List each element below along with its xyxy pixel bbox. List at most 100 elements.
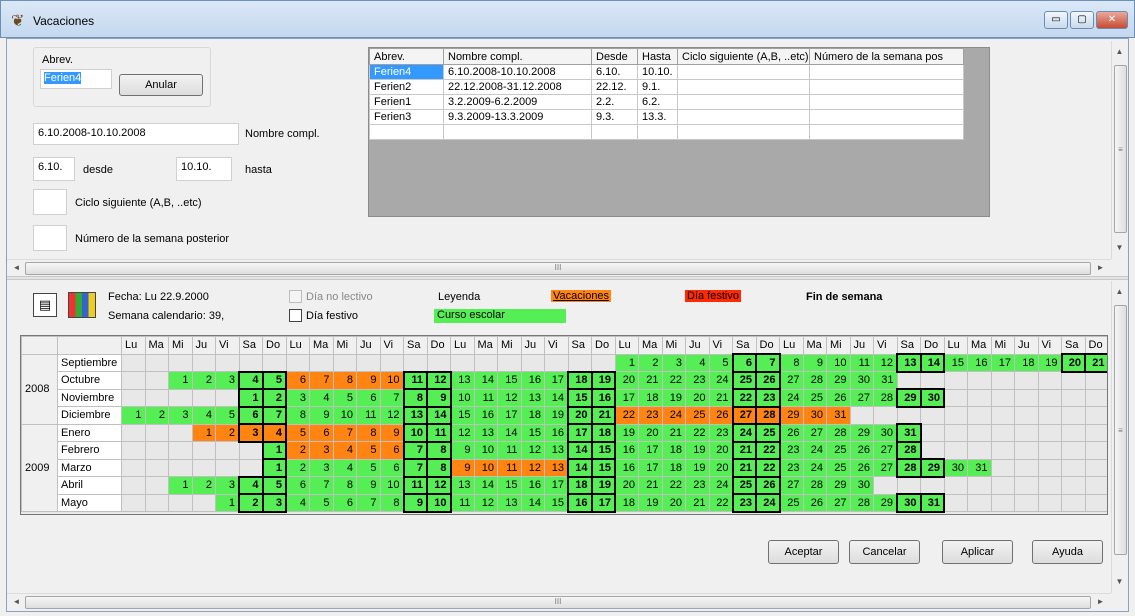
- calendar-day[interactable]: 15: [544, 493, 569, 512]
- calendar-day[interactable]: 8: [426, 440, 452, 460]
- calendar-day[interactable]: 21: [685, 493, 710, 512]
- calendar-day[interactable]: 26: [755, 475, 781, 495]
- calendar-day[interactable]: 22: [614, 406, 639, 425]
- calendar-day[interactable]: 12: [873, 353, 898, 372]
- calendar-day[interactable]: 18: [590, 423, 616, 443]
- calendar-day[interactable]: 7: [755, 353, 781, 373]
- calendar-day[interactable]: 28: [802, 371, 827, 390]
- calendar-day[interactable]: 8: [332, 476, 357, 495]
- calendar-day[interactable]: 6: [285, 371, 310, 390]
- calendar-day[interactable]: 10: [450, 388, 475, 407]
- calendar-day[interactable]: 20: [661, 493, 686, 512]
- calendar-day[interactable]: 20: [1060, 353, 1086, 373]
- calendar-day[interactable]: 4: [238, 475, 264, 495]
- calendar-day[interactable]: 9: [450, 458, 475, 477]
- column-header[interactable]: Número de la semana pos: [809, 48, 964, 65]
- calendar-day[interactable]: 15: [590, 440, 616, 460]
- calendar-day[interactable]: 29: [873, 493, 898, 512]
- calendar-day[interactable]: 25: [731, 475, 757, 495]
- calendar-day[interactable]: 20: [567, 405, 593, 425]
- bottom-vertical-scrollbar[interactable]: ▲ ≡ ▼: [1111, 281, 1128, 593]
- calendar-day[interactable]: 3: [309, 441, 334, 460]
- calendar-day[interactable]: 6: [731, 353, 757, 373]
- calendar-day[interactable]: 24: [802, 441, 827, 460]
- calendar-day[interactable]: 18: [567, 475, 593, 495]
- calendar-day[interactable]: 11: [356, 406, 381, 425]
- calendar-day[interactable]: 31: [896, 423, 922, 443]
- calendar-day[interactable]: 15: [450, 406, 475, 425]
- calendar-day[interactable]: 8: [379, 493, 404, 512]
- calendar-day[interactable]: 18: [520, 406, 545, 425]
- calendar-day[interactable]: 13: [896, 353, 922, 373]
- scroll-down-arrow[interactable]: ▼: [1112, 243, 1127, 252]
- calendar-day[interactable]: 24: [802, 458, 827, 477]
- table-row[interactable]: Ferien3 9.3.2009-13.3.2009 9.3. 13.3.: [369, 109, 964, 125]
- calendar-day[interactable]: 10: [826, 353, 851, 372]
- calendar-day[interactable]: 19: [685, 441, 710, 460]
- table-cell[interactable]: 6.10.: [591, 64, 638, 80]
- calendar-day[interactable]: 7: [402, 440, 428, 460]
- calendar-day[interactable]: 25: [826, 441, 851, 460]
- table-cell[interactable]: 22.12.: [591, 79, 638, 95]
- calendar-day[interactable]: 14: [567, 440, 593, 460]
- calendar-day[interactable]: 26: [708, 406, 733, 425]
- calendar-day[interactable]: 4: [191, 406, 216, 425]
- calendar-day[interactable]: 7: [402, 458, 428, 478]
- calendar-day[interactable]: 19: [638, 493, 663, 512]
- calendar-day[interactable]: 19: [590, 370, 616, 390]
- calendar-day[interactable]: 12: [497, 388, 522, 407]
- calendar-day[interactable]: 3: [168, 406, 193, 425]
- table-cell[interactable]: Ferien3: [369, 109, 444, 125]
- calendar-day[interactable]: 29: [919, 458, 945, 478]
- calendar-day[interactable]: 10: [379, 371, 404, 390]
- calendar-day[interactable]: 1: [191, 423, 216, 442]
- calendar-day[interactable]: 10: [332, 406, 357, 425]
- cancel-button[interactable]: Cancelar: [849, 540, 920, 564]
- calendar-day[interactable]: 20: [614, 371, 639, 390]
- table-cell[interactable]: Ferien4: [369, 64, 444, 80]
- bottom-horizontal-scrollbar[interactable]: ◄ III ►: [7, 593, 1111, 610]
- calendar-day[interactable]: 6: [379, 441, 404, 460]
- calendar-day[interactable]: 2: [144, 406, 169, 425]
- calendar-day[interactable]: 29: [896, 388, 922, 408]
- calendar-day[interactable]: 9: [802, 353, 827, 372]
- calendar-day[interactable]: 2: [238, 493, 264, 513]
- calendar-day[interactable]: 28: [802, 476, 827, 495]
- table-cell[interactable]: Ferien1: [369, 94, 444, 110]
- calendar-day[interactable]: 4: [332, 458, 357, 477]
- calendar-day[interactable]: 11: [426, 423, 452, 443]
- calendar-day[interactable]: 23: [731, 493, 757, 513]
- scroll-left-arrow[interactable]: ◄: [9, 597, 24, 606]
- calendar-day[interactable]: 11: [497, 441, 522, 460]
- calendar-day[interactable]: 16: [590, 388, 616, 408]
- calendar-day[interactable]: 18: [567, 370, 593, 390]
- calendar-day[interactable]: 15: [943, 353, 968, 372]
- calendar-day[interactable]: 21: [731, 440, 757, 460]
- calendar-day[interactable]: 18: [661, 458, 686, 477]
- to-input[interactable]: 10.10.: [176, 157, 232, 181]
- calendar-day[interactable]: 20: [708, 441, 733, 460]
- table-cell[interactable]: [677, 79, 810, 95]
- calendar-day[interactable]: 25: [826, 458, 851, 477]
- calendar-day[interactable]: 4: [238, 370, 264, 390]
- calendar-day[interactable]: 24: [755, 493, 781, 513]
- table-cell[interactable]: [591, 124, 638, 140]
- table-cell[interactable]: [677, 109, 810, 125]
- calendar-day[interactable]: 10: [426, 493, 452, 513]
- scroll-up-arrow[interactable]: ▲: [1112, 287, 1127, 296]
- calendar-day[interactable]: 27: [873, 458, 898, 477]
- scroll-thumb[interactable]: ≡: [1114, 305, 1127, 555]
- calendar-day[interactable]: 2: [191, 371, 216, 390]
- calendar-day[interactable]: 24: [708, 371, 733, 390]
- table-cell[interactable]: 6.2.: [637, 94, 678, 110]
- scroll-up-arrow[interactable]: ▲: [1112, 47, 1127, 56]
- calendar-day[interactable]: 1: [238, 388, 264, 408]
- calendar-day[interactable]: 14: [919, 353, 945, 373]
- calendar-day[interactable]: 10: [473, 441, 498, 460]
- calendar-day[interactable]: 2: [285, 441, 310, 460]
- table-cell[interactable]: Ferien2: [369, 79, 444, 95]
- calendar-day[interactable]: 7: [261, 405, 287, 425]
- calendar-day[interactable]: 27: [779, 476, 804, 495]
- calendar-day[interactable]: 13: [402, 405, 428, 425]
- cancel-entry-button[interactable]: Anular: [119, 74, 203, 96]
